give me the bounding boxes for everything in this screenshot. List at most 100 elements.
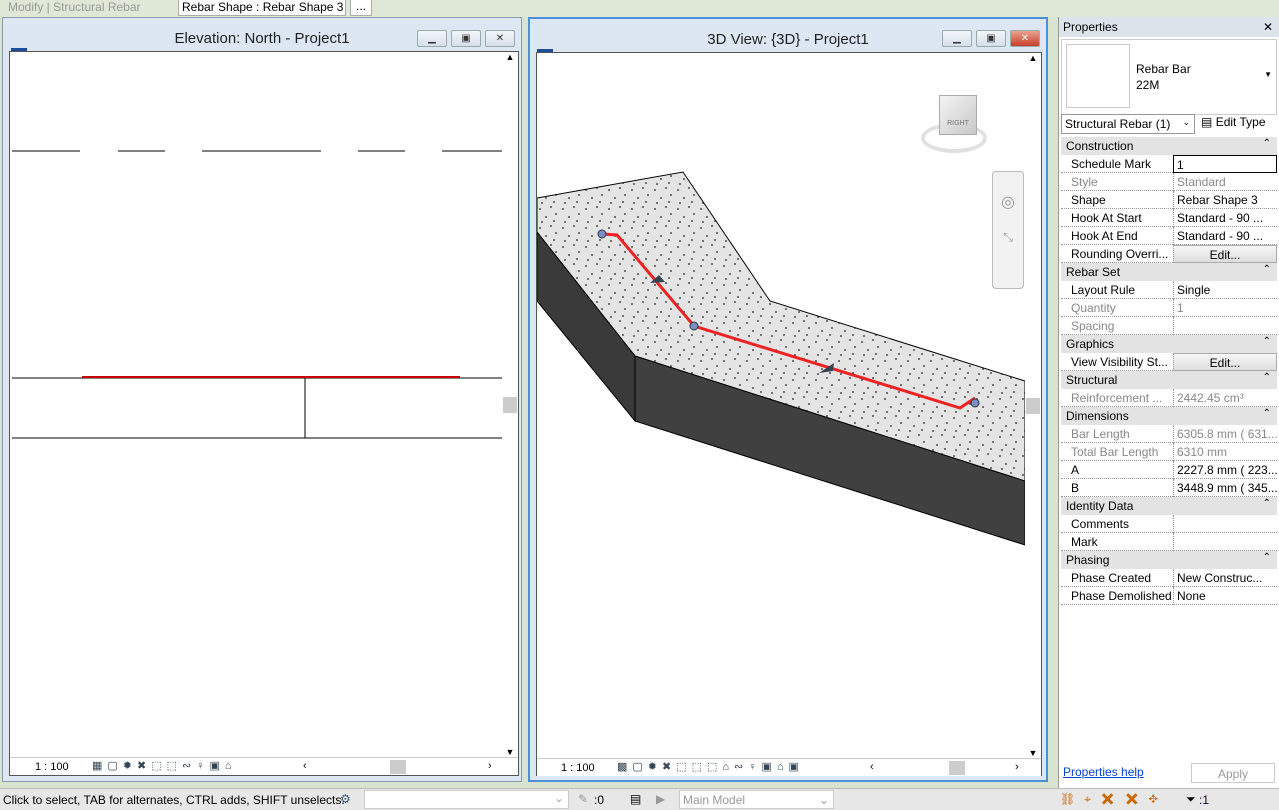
steering-wheel-icon[interactable]: ◎ — [993, 192, 1023, 212]
property-row: B 3448.9 mm ( 345... — [1061, 479, 1277, 497]
navigation-bar[interactable]: ◎ ⤡ — [992, 171, 1024, 289]
property-value[interactable]: Single — [1173, 281, 1277, 299]
filter-icon[interactable]: ⏷ — [1186, 792, 1196, 807]
collapse-icon[interactable]: ⌃ — [1263, 552, 1271, 563]
restore-button[interactable]: ▣ — [451, 30, 481, 47]
property-key: Comments — [1071, 517, 1130, 531]
property-row: Phase Created New Construc... — [1061, 569, 1277, 587]
property-row: Reinforcement ... 2442.45 cm³ — [1061, 389, 1277, 407]
edit-button[interactable]: Edit... — [1173, 353, 1277, 371]
collapse-icon[interactable]: ⌃ — [1263, 372, 1271, 383]
property-value[interactable]: Standard - 90 ... — [1173, 209, 1277, 227]
minimize-button[interactable]: ▁ — [417, 30, 447, 47]
3d-canvas[interactable]: RIGHT ◎ ⤡ ▲ ▼ 1 : 100 ▩▢✹✖⬚⬚⬚⌂∾♀▣⌂▣ ‹ › — [536, 52, 1042, 776]
close-button[interactable]: ✕ — [485, 30, 515, 47]
collapse-icon[interactable]: ⌃ — [1263, 336, 1271, 347]
rebar-end-handle — [970, 398, 980, 408]
design-option-dropdown[interactable]: Main Model ⌄ — [679, 790, 834, 809]
view-control-icons[interactable]: ▦▢✹✖⬚⬚∾♀▣⌂ — [92, 759, 237, 772]
property-row: Hook At Start Standard - 90 ... — [1061, 209, 1277, 227]
group-header-dimensions[interactable]: Dimensions ⌃ — [1061, 407, 1277, 425]
scroll-right-icon[interactable]: › — [488, 760, 492, 772]
group-header-identity-data[interactable]: Identity Data ⌃ — [1061, 497, 1277, 515]
scale-label[interactable]: 1 : 100 — [35, 761, 69, 773]
group-label: Dimensions — [1066, 409, 1129, 423]
close-icon[interactable]: ✕ — [1263, 20, 1273, 34]
property-value[interactable]: Standard - 90 ... — [1173, 227, 1277, 245]
property-value[interactable] — [1173, 533, 1277, 551]
scroll-left-icon[interactable]: ‹ — [870, 761, 874, 773]
type-selector[interactable]: Rebar Bar 22M ▼ — [1061, 39, 1277, 115]
properties-help-link[interactable]: Properties help — [1063, 765, 1144, 779]
view-control-icons[interactable]: ▩▢✹✖⬚⬚⬚⌂∾♀▣⌂▣ — [617, 760, 804, 773]
vertical-scrollbar[interactable]: ▲ ▼ — [1025, 53, 1041, 758]
collapse-icon[interactable]: ⌃ — [1263, 408, 1271, 419]
close-button[interactable]: ✕ — [1010, 30, 1040, 47]
zoom-icon[interactable]: ⤡ — [993, 230, 1023, 245]
property-value[interactable]: New Construc... — [1173, 569, 1277, 587]
selection-toggle-icons[interactable]: ⛓⌖✖✖✥ — [1060, 792, 1167, 807]
vertical-scrollbar[interactable]: ▲ ▼ — [502, 52, 518, 757]
scale-label[interactable]: 1 : 100 — [561, 762, 595, 774]
property-row: Bar Length 6305.8 mm ( 631... — [1061, 425, 1277, 443]
property-key: Total Bar Length — [1071, 445, 1159, 459]
group-header-construction[interactable]: Construction ⌃ — [1061, 137, 1277, 155]
workset-dropdown[interactable]: ⌄ — [364, 790, 569, 809]
property-value[interactable]: 1 — [1173, 155, 1277, 173]
type-family: Rebar Bar — [1136, 62, 1191, 76]
type-selector-dropdown[interactable]: Rebar Shape : Rebar Shape 3 — [178, 0, 346, 16]
design-options-icon[interactable]: ▤ — [630, 792, 641, 806]
scroll-left-icon[interactable]: ‹ — [303, 760, 307, 772]
collapse-icon[interactable]: ⌃ — [1263, 498, 1271, 509]
group-header-structural[interactable]: Structural ⌃ — [1061, 371, 1277, 389]
property-row: Style Standard — [1061, 173, 1277, 191]
horizontal-scroll-thumb[interactable] — [390, 760, 406, 774]
chevron-down-icon: ⌄ — [1182, 117, 1190, 127]
property-key: Reinforcement ... — [1071, 391, 1163, 405]
active-design-option-icon[interactable]: ▶ — [656, 792, 665, 806]
property-value: 6310 mm — [1173, 443, 1277, 461]
property-row: Phase Demolished None — [1061, 587, 1277, 605]
more-button[interactable]: ... — [350, 0, 372, 16]
collapse-icon[interactable]: ⌃ — [1263, 138, 1271, 149]
editing-requests-count: :0 — [594, 793, 605, 807]
group-header-rebar-set[interactable]: Rebar Set ⌃ — [1061, 263, 1277, 281]
view-control-bar: 1 : 100 ▩▢✹✖⬚⬚⬚⌂∾♀▣⌂▣ ‹ › — [537, 758, 1041, 776]
property-value[interactable]: 3448.9 mm ( 345... — [1173, 479, 1277, 497]
property-key: Layout Rule — [1071, 283, 1136, 297]
scroll-right-icon[interactable]: › — [1015, 761, 1019, 773]
property-key: View Visibility St... — [1071, 355, 1168, 369]
property-value[interactable]: None — [1173, 587, 1277, 605]
viewcube[interactable]: RIGHT — [917, 93, 991, 157]
restore-button[interactable]: ▣ — [976, 30, 1006, 47]
properties-title: Properties — [1063, 20, 1118, 34]
edit-type-button[interactable]: ▤ Edit Type — [1199, 113, 1279, 133]
elevation-view-window: RVT Elevation: North - Project1 ▁ ▣ ✕ ▲ … — [2, 17, 522, 782]
elevation-canvas[interactable]: ▲ ▼ 1 : 100 ▦▢✹✖⬚⬚∾♀▣⌂ ‹ › — [9, 51, 519, 776]
property-value — [1173, 317, 1277, 335]
horizontal-scroll-thumb[interactable] — [949, 761, 965, 775]
group-header-graphics[interactable]: Graphics ⌃ — [1061, 335, 1277, 353]
property-value[interactable] — [1173, 515, 1277, 533]
property-row: A 2227.8 mm ( 223... — [1061, 461, 1277, 479]
apply-button[interactable]: Apply — [1191, 763, 1275, 783]
view-control-bar: 1 : 100 ▦▢✹✖⬚⬚∾♀▣⌂ ‹ › — [10, 757, 518, 775]
group-label: Phasing — [1066, 553, 1110, 567]
property-key: Mark — [1071, 535, 1098, 549]
property-value[interactable]: 2227.8 mm ( 223... — [1173, 461, 1277, 479]
editing-requests-icon[interactable]: ✎ — [578, 792, 588, 806]
edit-type-label: Edit Type — [1215, 115, 1266, 129]
worksets-icon[interactable]: ⚙ — [340, 792, 351, 806]
edit-button[interactable]: Edit... — [1173, 245, 1277, 263]
property-value: 6305.8 mm ( 631... — [1173, 425, 1277, 443]
property-row: Layout Rule Single — [1061, 281, 1277, 299]
viewcube-face[interactable]: RIGHT — [939, 95, 977, 135]
group-header-phasing[interactable]: Phasing ⌃ — [1061, 551, 1277, 569]
property-value[interactable]: Rebar Shape 3 — [1173, 191, 1277, 209]
dropdown-arrow-icon[interactable]: ▼ — [1264, 70, 1272, 79]
property-key: Spacing — [1071, 319, 1115, 333]
minimize-button[interactable]: ▁ — [942, 30, 972, 47]
collapse-icon[interactable]: ⌃ — [1263, 264, 1271, 275]
group-label: Graphics — [1066, 337, 1115, 351]
instance-filter-dropdown[interactable]: Structural Rebar (1) ⌄ — [1061, 114, 1195, 134]
